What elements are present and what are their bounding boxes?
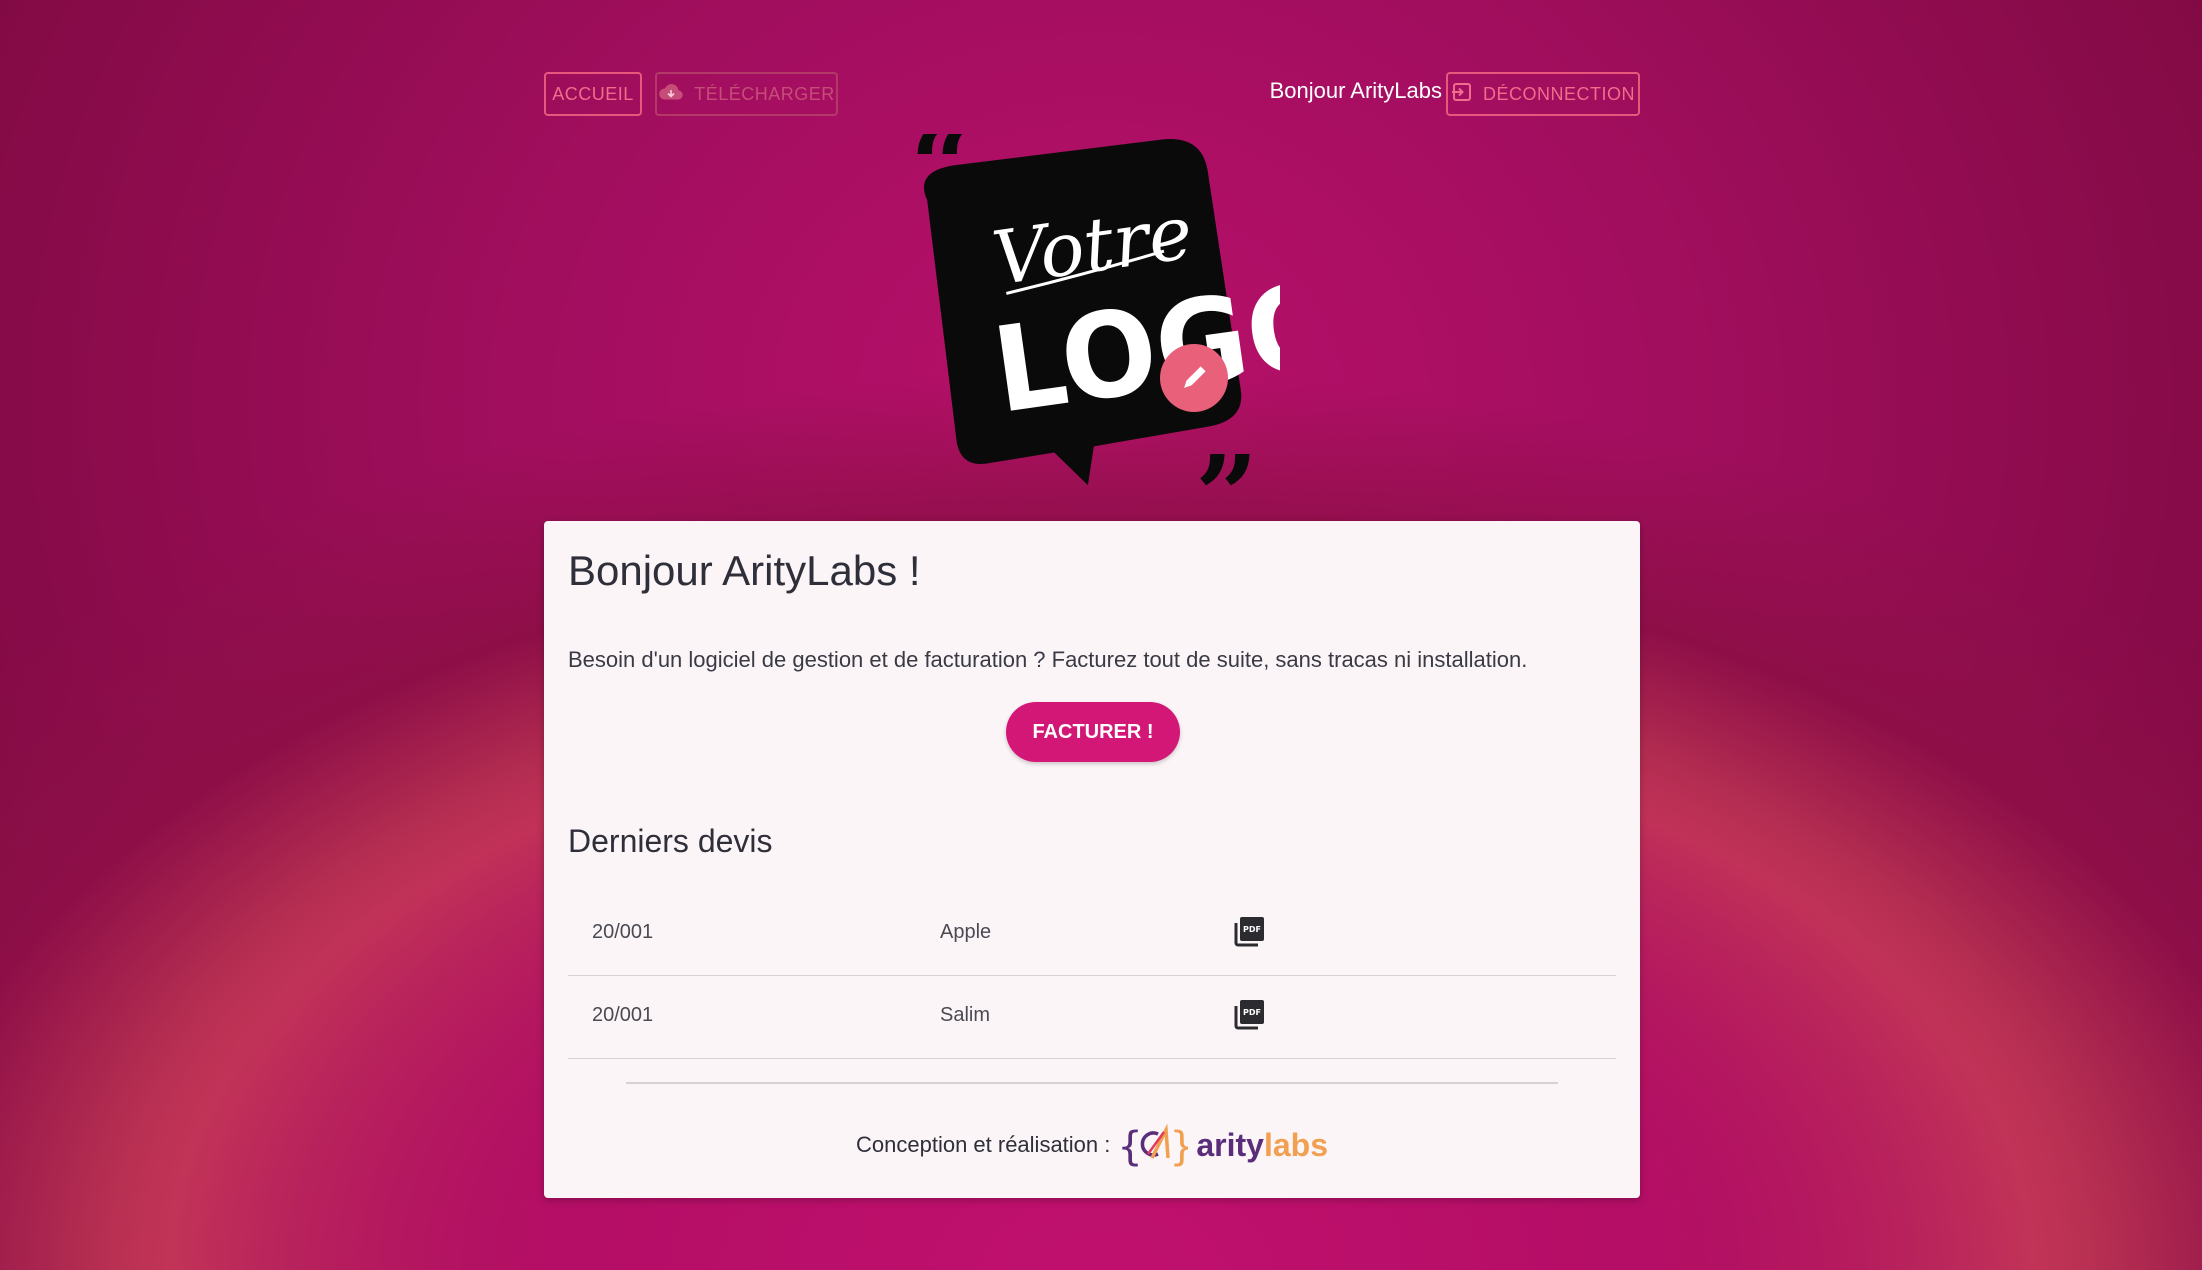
invoice-button-label: FACTURER !: [1032, 720, 1154, 743]
logout-icon: [1451, 81, 1473, 108]
intro-text: Besoin d'un logiciel de gestion et de fa…: [568, 647, 1528, 672]
download-button[interactable]: TÉLÉCHARGER: [655, 72, 838, 116]
quotes-table: 20/001 Apple PDF 20/001 Salim PDF: [568, 893, 1616, 1059]
svg-text:{: {: [1118, 1124, 1142, 1170]
brand-wordmark: aritylabs: [1196, 1127, 1328, 1164]
welcome-card: Bonjour ArityLabs ! Besoin d'un logiciel…: [544, 521, 1640, 1198]
brand-main: arity: [1196, 1126, 1264, 1163]
top-nav: ACCUEIL TÉLÉCHARGER Bonjour ArityLabs DÉ…: [544, 72, 1640, 118]
footer-divider: [626, 1082, 1558, 1084]
table-row: 20/001 Salim PDF: [568, 976, 1616, 1059]
logout-button-label: DÉCONNECTION: [1482, 83, 1635, 104]
svg-text:PDF: PDF: [1243, 1008, 1261, 1017]
svg-text:“: “: [910, 134, 973, 230]
home-button-label: ACCUEIL: [552, 83, 634, 104]
company-logo[interactable]: “ ” Votre LOGO: [910, 101, 1351, 560]
table-row: 20/001 Apple PDF: [568, 893, 1616, 976]
user-greeting: Bonjour ArityLabs: [1269, 78, 1442, 103]
home-button[interactable]: ACCUEIL: [544, 72, 642, 116]
invoice-button[interactable]: FACTURER !: [1006, 702, 1180, 762]
svg-text:PDF: PDF: [1243, 925, 1261, 934]
footer-label: Conception et réalisation :: [856, 1132, 1111, 1157]
page-title: Bonjour ArityLabs !: [568, 547, 921, 594]
brand-accent: labs: [1263, 1126, 1328, 1163]
quotes-heading: Derniers devis: [568, 823, 773, 859]
download-button-label: TÉLÉCHARGER: [694, 83, 835, 104]
quote-number: 20/001: [592, 1004, 654, 1026]
svg-text:”: ”: [1195, 431, 1258, 496]
quote-client: Salim: [940, 1004, 991, 1026]
cloud-download-icon: [658, 83, 684, 106]
aritylabs-logo[interactable]: { } aritylabs: [1118, 1120, 1328, 1170]
pdf-icon[interactable]: PDF: [1234, 915, 1266, 947]
quote-client: Apple: [940, 921, 992, 943]
quote-number: 20/001: [592, 921, 654, 943]
footer: Conception et réalisation : { } aritylab…: [544, 1115, 1640, 1175]
logout-button[interactable]: DÉCONNECTION: [1446, 72, 1640, 116]
pdf-icon[interactable]: PDF: [1234, 998, 1266, 1030]
svg-text:}: }: [1170, 1124, 1188, 1170]
